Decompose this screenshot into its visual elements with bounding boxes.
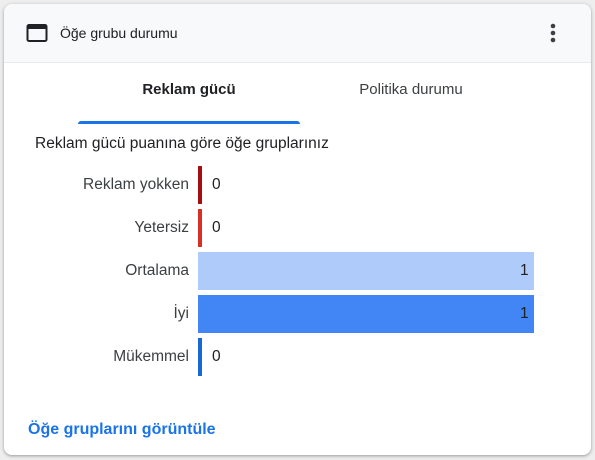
bar: [198, 209, 202, 247]
card-header: Öğe grubu durumu: [4, 4, 591, 63]
bar: [198, 252, 534, 290]
active-tab-indicator: [78, 121, 300, 124]
bar-value-label: 1: [520, 262, 529, 279]
view-asset-groups-link[interactable]: Öğe gruplarını görüntüle: [28, 420, 216, 440]
asset-group-status-card: Öğe grubu durumu Reklam gücü Politika du…: [4, 4, 591, 455]
bar: [198, 338, 202, 376]
window-icon: [26, 24, 48, 42]
bar-value-label: 0: [212, 219, 221, 236]
tab-policy-status[interactable]: Politika durumu: [300, 80, 522, 124]
chart-row: Yetersiz 0: [4, 209, 591, 247]
bar-value-label: 1: [520, 305, 529, 322]
chart-row: Reklam yokken 0: [4, 166, 591, 204]
chart-row: Ortalama 1: [4, 252, 591, 290]
bar-category-label: Ortalama: [125, 262, 189, 279]
bar-category-label: Mükemmel: [113, 348, 189, 365]
bar: [198, 166, 202, 204]
chart-row: Mükemmel 0: [4, 338, 591, 376]
bar-value-label: 0: [212, 348, 221, 365]
tab-policy-status-label: Politika durumu: [359, 81, 463, 98]
chart-subtitle: Reklam gücü puanına göre öğe gruplarınız: [35, 135, 329, 152]
more-options-button[interactable]: [540, 19, 566, 47]
tab-ad-strength-label: Reklam gücü: [142, 81, 236, 98]
tab-ad-strength[interactable]: Reklam gücü: [78, 80, 300, 124]
bar-category-label: Yetersiz: [134, 219, 189, 236]
card-title: Öğe grubu durumu: [60, 25, 178, 41]
bar-category-label: İyi: [173, 305, 190, 322]
bar-value-label: 0: [212, 176, 221, 193]
chart-row: İyi 1: [4, 295, 591, 333]
bar: [198, 295, 534, 333]
more-vert-icon: [550, 23, 556, 43]
bar-category-label: Reklam yokken: [83, 176, 189, 193]
